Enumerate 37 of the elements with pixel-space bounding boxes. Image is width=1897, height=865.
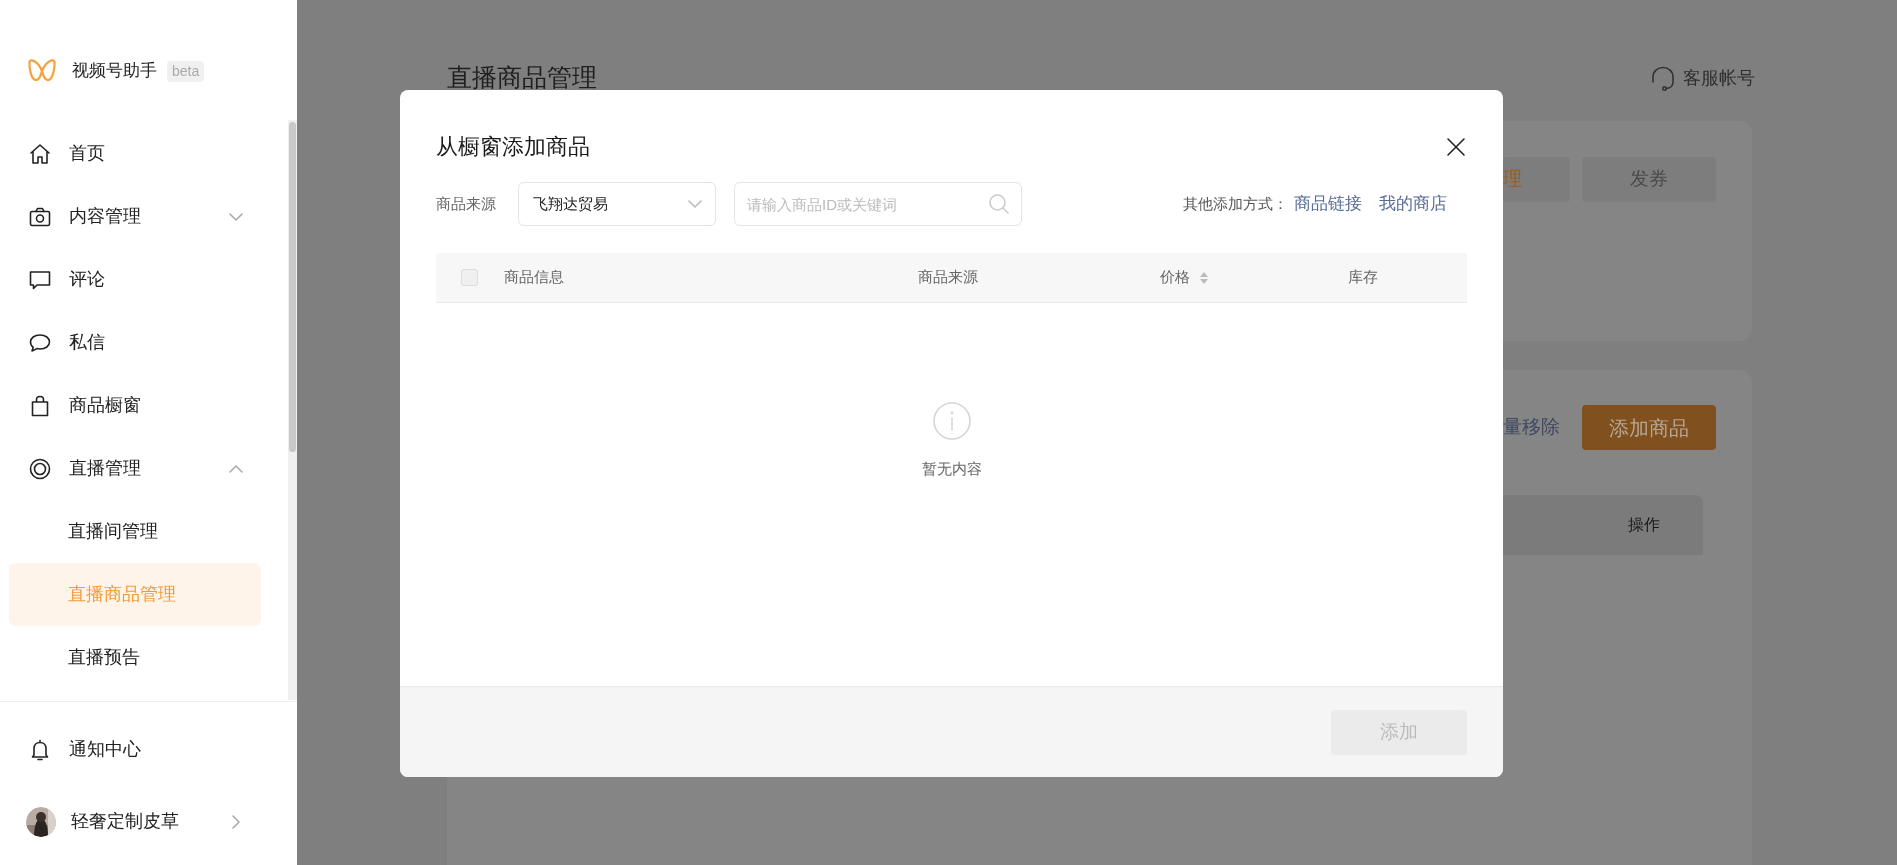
menu-item[interactable]: 首页: [9, 122, 261, 185]
search-field[interactable]: 请输入商品ID或关键词: [734, 182, 1022, 226]
menu-item[interactable]: 商品橱窗: [9, 374, 261, 437]
submenu-item[interactable]: 直播预告: [9, 626, 261, 689]
column-header: 库存: [1347, 267, 1378, 288]
select-all-checkbox[interactable]: [461, 269, 478, 286]
beta-badge: beta: [167, 60, 205, 82]
close-button[interactable]: [1445, 135, 1467, 158]
source-dropdown[interactable]: 飞翔达贸易: [518, 182, 716, 226]
menu-item[interactable]: 内容管理: [9, 185, 261, 248]
scrollbar-thumb[interactable]: [289, 122, 296, 452]
empty-state-text: 暂无内容: [921, 459, 982, 479]
column-header: 商品信息: [503, 267, 564, 288]
column-header[interactable]: 价格: [1159, 266, 1190, 289]
target-icon: [28, 456, 52, 481]
add-method-link[interactable]: 商品链接: [1294, 191, 1362, 217]
add-method-link[interactable]: 我的商店: [1379, 191, 1447, 217]
logo-icon: [27, 58, 57, 84]
headset-icon: [1649, 64, 1677, 92]
source-label: 商品来源: [436, 193, 496, 214]
menu-item[interactable]: 直播管理: [9, 437, 261, 500]
other-methods-label: 其他添加方式：: [1183, 193, 1288, 214]
submenu-item[interactable]: 直播间管理: [9, 500, 261, 563]
dialog-title: 从橱窗添加商品: [436, 133, 590, 161]
home-icon: [28, 141, 52, 166]
info-icon: [931, 401, 972, 441]
app-name: 视频号助手: [72, 60, 157, 83]
menu-item[interactable]: 通知中心: [9, 718, 261, 781]
close-icon: [1446, 136, 1466, 157]
sort-icon: [1198, 270, 1209, 285]
column-header: 操作: [1628, 515, 1660, 535]
menu-item[interactable]: 评论: [9, 248, 261, 311]
column-header: 商品来源: [917, 267, 978, 288]
user-menu-item[interactable]: 轻奢定制皮草: [9, 790, 261, 853]
menu-item[interactable]: 私信: [9, 311, 261, 374]
page-title: 直播商品管理: [447, 62, 597, 94]
search-icon: [988, 193, 1010, 215]
